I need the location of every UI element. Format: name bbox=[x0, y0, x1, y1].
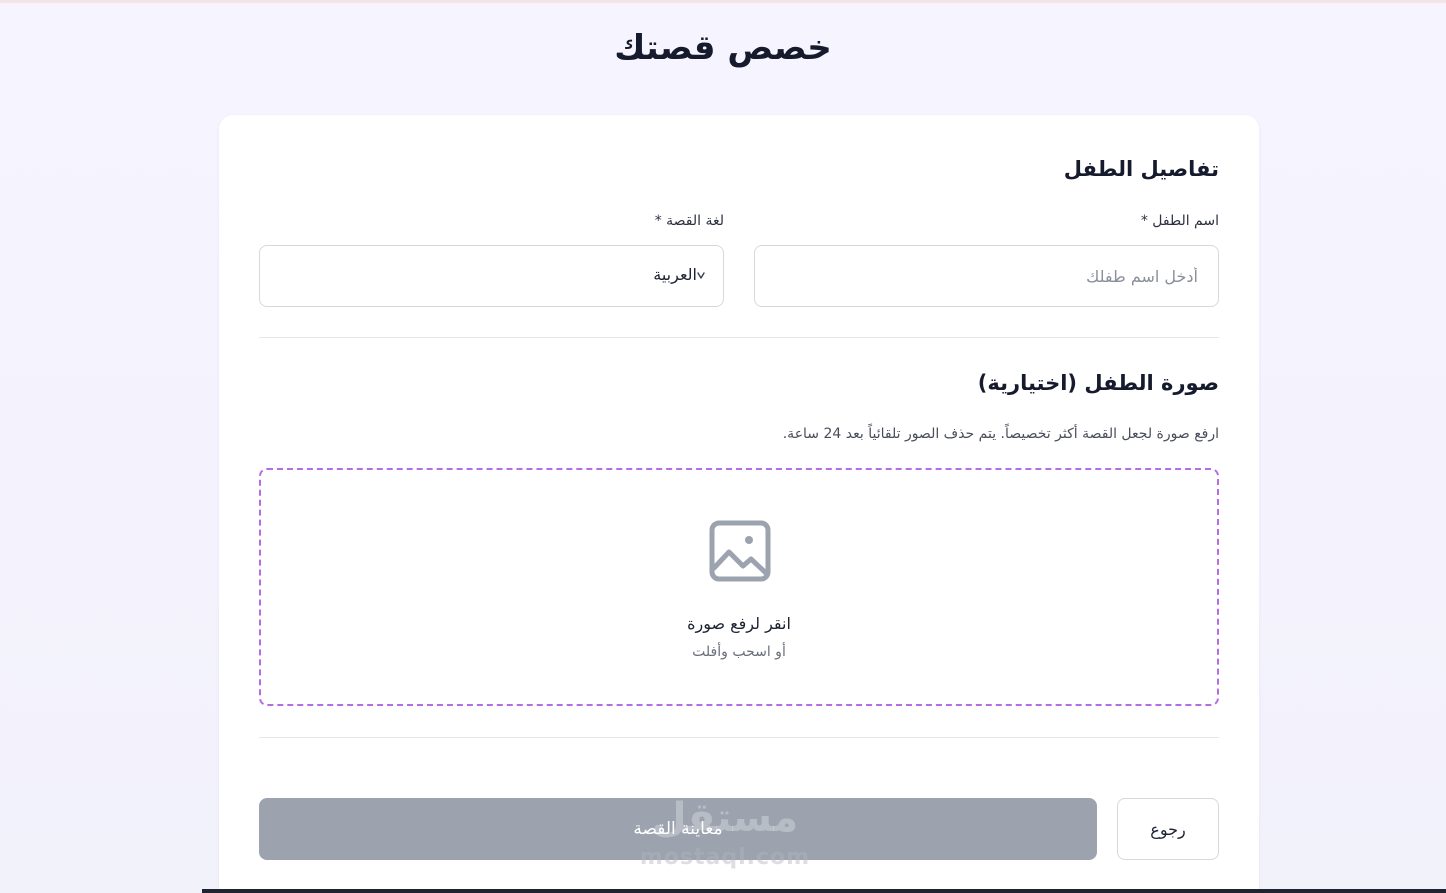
back-button[interactable]: رجوع bbox=[1117, 798, 1219, 860]
image-icon bbox=[709, 520, 771, 582]
chevron-down-icon bbox=[697, 272, 705, 279]
dropzone-title: انقر لرفع صورة bbox=[687, 614, 791, 633]
section-divider bbox=[259, 337, 1219, 338]
dropzone-subtitle: أو اسحب وأفلت bbox=[692, 644, 786, 660]
page-title: خصص قصتك bbox=[614, 28, 832, 68]
bottom-edge-bar bbox=[202, 889, 1446, 893]
story-language-value: العربية bbox=[653, 265, 697, 284]
child-name-input[interactable] bbox=[754, 245, 1219, 307]
customize-form-card: تفاصيل الطفل اسم الطفل * لغة القصة * الع… bbox=[219, 115, 1259, 893]
photo-help-text: ارفع صورة لجعل القصة أكثر تخصيصاً. يتم ح… bbox=[782, 426, 1219, 442]
actions-divider bbox=[259, 737, 1219, 738]
story-language-label: لغة القصة * bbox=[654, 213, 724, 229]
child-photo-heading: صورة الطفل (اختيارية) bbox=[977, 371, 1219, 395]
story-language-select[interactable]: العربية bbox=[259, 245, 724, 307]
child-details-heading: تفاصيل الطفل bbox=[1063, 157, 1219, 181]
preview-story-button[interactable]: معاينة القصة bbox=[259, 798, 1097, 860]
top-accent-line bbox=[0, 0, 1446, 3]
photo-upload-dropzone[interactable]: انقر لرفع صورة أو اسحب وأفلت bbox=[259, 468, 1219, 706]
child-name-label: اسم الطفل * bbox=[1140, 213, 1219, 229]
